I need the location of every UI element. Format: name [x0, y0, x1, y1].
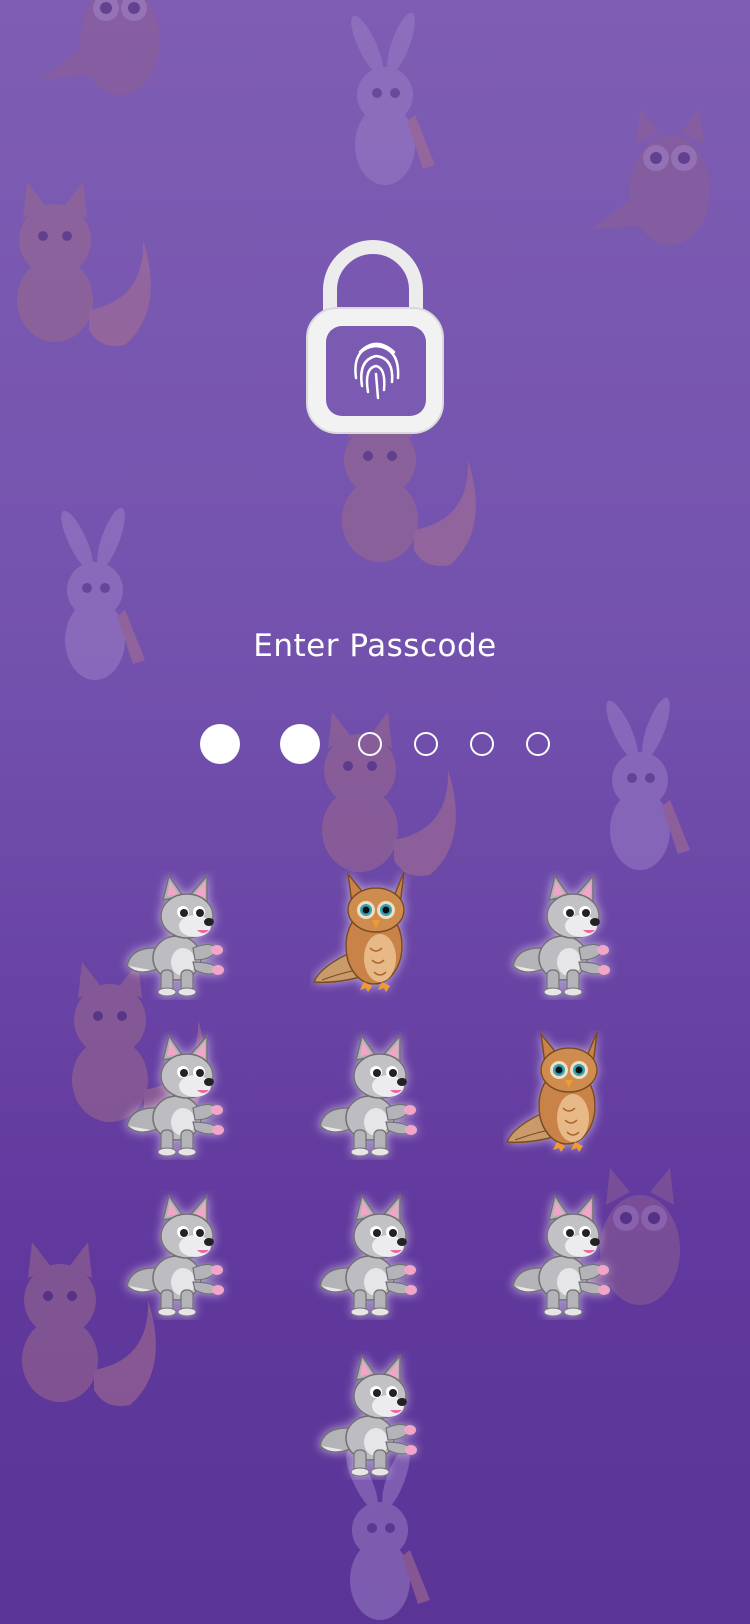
- key-0-wolf-icon[interactable]: [310, 1350, 440, 1480]
- key-9-wolf-icon[interactable]: [503, 1190, 633, 1320]
- key-3-wolf-icon[interactable]: [503, 870, 633, 1000]
- wolf-icon: [126, 1035, 225, 1157]
- key-7-wolf-icon[interactable]: [117, 1190, 247, 1320]
- key-4-wolf-icon[interactable]: [117, 1030, 247, 1160]
- key-1-wolf-icon[interactable]: [117, 870, 247, 1000]
- passcode-dot-empty: [414, 732, 438, 756]
- key-8-wolf-icon[interactable]: [310, 1190, 440, 1320]
- page-title: Enter Passcode: [253, 628, 497, 664]
- passcode-dot-filled: [280, 724, 320, 764]
- wolf-icon: [126, 1195, 225, 1317]
- wolf-icon: [319, 1355, 418, 1477]
- passcode-dot-empty: [526, 732, 550, 756]
- key-6-owl-icon[interactable]: [503, 1030, 633, 1160]
- wolf-icon: [319, 1195, 418, 1317]
- passcode-indicator: [0, 724, 750, 764]
- wolf-icon: [126, 875, 225, 997]
- key-5-wolf-icon[interactable]: [310, 1030, 440, 1160]
- owl-icon: [506, 1031, 598, 1153]
- wolf-icon: [512, 1195, 611, 1317]
- owl-icon: [313, 871, 405, 993]
- wolf-icon: [319, 1035, 418, 1157]
- passcode-dot-empty: [358, 732, 382, 756]
- wolf-icon: [512, 875, 611, 997]
- unlocked-padlock-fingerprint-icon: [300, 240, 450, 440]
- passcode-dot-filled: [200, 724, 240, 764]
- passcode-dot-empty: [470, 732, 494, 756]
- key-2-owl-icon[interactable]: [310, 870, 440, 1000]
